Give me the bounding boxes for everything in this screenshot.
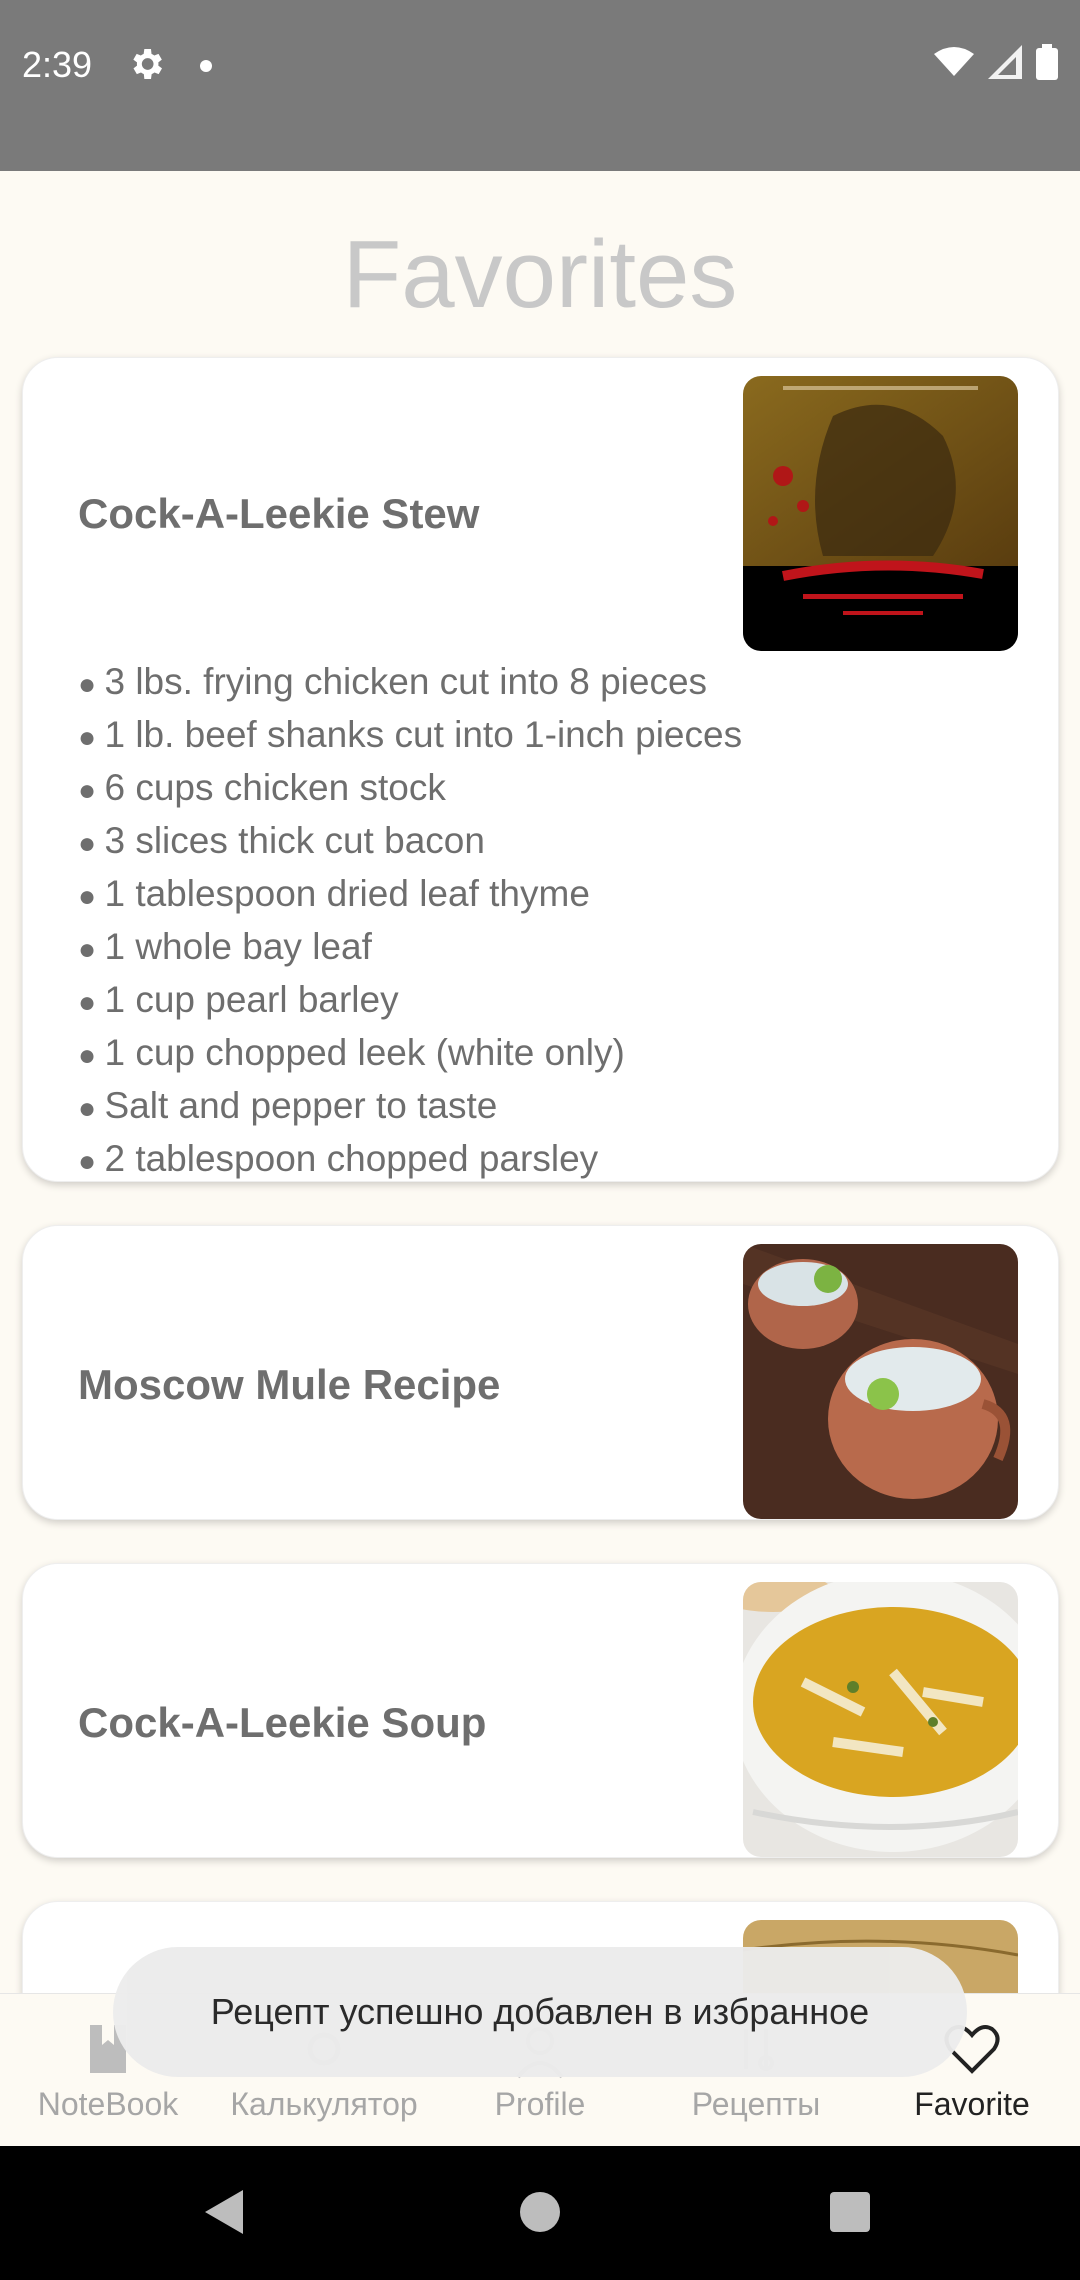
ingredient-item: 1 whole bay leaf	[78, 920, 742, 973]
system-navigation-bar	[0, 2146, 1080, 2280]
status-time: 2:39	[22, 44, 93, 85]
favorite-card[interactable]: Cock-A-Leekie Stew 3 lbs. frying chicken…	[22, 357, 1059, 1182]
system-icons	[934, 44, 1058, 80]
status-bar: 2:39	[0, 0, 1080, 171]
recipe-title: Cock-A-Leekie Stew	[78, 490, 480, 537]
ingredient-item: 3 lbs. frying chicken cut into 8 pieces	[78, 655, 742, 708]
recipe-title: Cock-A-Leekie Soup	[78, 1699, 487, 1746]
back-icon[interactable]	[205, 2190, 243, 2234]
ingredient-item: 1 lb. beef shanks cut into 1-inch pieces	[78, 708, 742, 761]
favorite-card[interactable]: Cock-A-Leekie Soup	[22, 1563, 1059, 1858]
ingredient-item: 1 cup pearl barley	[78, 973, 742, 1026]
ingredient-item: 3 slices thick cut bacon	[78, 814, 742, 867]
recent-apps-icon[interactable]	[830, 2192, 870, 2232]
favorite-card[interactable]: Moscow Mule Recipe	[22, 1225, 1059, 1520]
ingredient-item: Salt and pepper to taste	[78, 1079, 742, 1132]
ingredient-item: 6 cups chicken stock	[78, 761, 742, 814]
nav-label: NoteBook	[37, 2086, 179, 2122]
settings-gear-icon	[133, 49, 162, 79]
recipe-image	[743, 1582, 1018, 1857]
page-title: Favorites	[342, 221, 738, 328]
ingredient-list: 3 lbs. frying chicken cut into 8 pieces …	[78, 655, 742, 1181]
nav-label: Рецепты	[691, 2086, 821, 2122]
nav-label: Profile	[494, 2086, 586, 2122]
recipe-title: Moscow Mule Recipe	[78, 1361, 501, 1408]
toast-message: Рецепт успешно добавлен в избранное	[113, 1947, 967, 2077]
nav-label: Favorite	[914, 2086, 1030, 2122]
ingredient-item: 2 tablespoon chopped parsley	[78, 1132, 742, 1181]
recipe-image	[743, 376, 1018, 651]
home-icon[interactable]	[520, 2192, 560, 2232]
cellular-signal-icon	[988, 45, 1022, 79]
nav-label: Калькулятор	[230, 2086, 418, 2122]
ingredient-item: 1 tablespoon dried leaf thyme	[78, 867, 742, 920]
notification-dot-icon	[200, 60, 212, 72]
recipe-image	[743, 1244, 1018, 1519]
wifi-icon	[934, 47, 974, 76]
ingredient-item: 1 cup chopped leek (white only)	[78, 1026, 742, 1079]
battery-icon	[1036, 44, 1058, 80]
